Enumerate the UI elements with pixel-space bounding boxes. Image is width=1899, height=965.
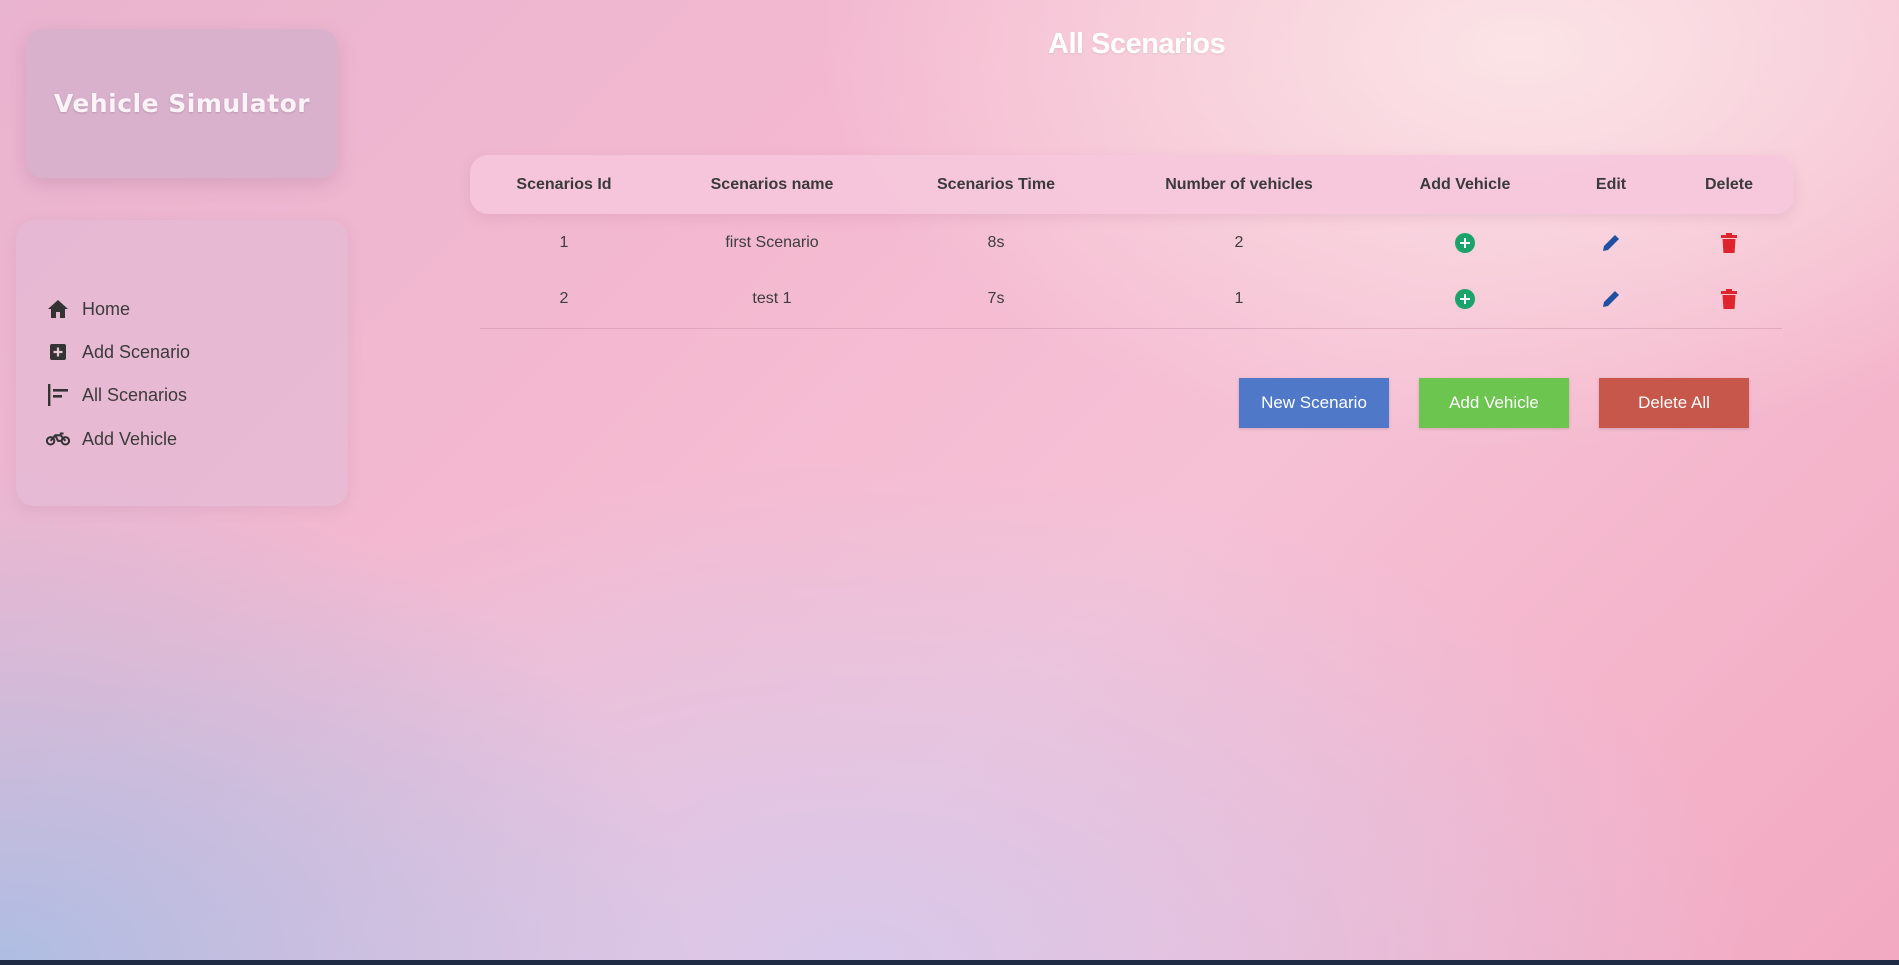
edit-button[interactable]	[1601, 271, 1621, 327]
cell-vehicles: 2	[1234, 234, 1244, 251]
delete-button[interactable]	[1721, 271, 1737, 327]
delete-button[interactable]	[1721, 215, 1737, 271]
nav-item-label: Home	[82, 298, 131, 319]
taskbar-edge	[0, 960, 1899, 965]
add-vehicle-action-button[interactable]: Add Vehicle	[1419, 378, 1569, 428]
delete-all-button[interactable]: Delete All	[1599, 378, 1749, 428]
nav-item-label: All Scenarios	[82, 384, 188, 405]
edit-button[interactable]	[1601, 215, 1621, 271]
add-vehicle-button[interactable]	[1455, 215, 1475, 271]
column-header-edit: Edit	[1595, 176, 1627, 193]
table-row: 1 first Scenario 8s 2	[470, 215, 1794, 271]
trash-icon	[1721, 289, 1737, 309]
table-row: 2 test 1 7s 1	[470, 271, 1794, 327]
nav-item-add-vehicle[interactable]: Add Vehicle	[46, 427, 177, 451]
cell-vehicles: 1	[1234, 290, 1244, 307]
plus-square-icon	[46, 340, 70, 364]
column-header-name: Scenarios name	[710, 176, 834, 193]
cell-time: 7s	[987, 290, 1005, 307]
home-icon	[46, 297, 70, 321]
column-header-delete: Delete	[1704, 176, 1754, 193]
nav-item-add-scenario[interactable]: Add Scenario	[46, 340, 190, 364]
trash-icon	[1721, 233, 1737, 253]
page-title: All Scenarios	[1048, 28, 1226, 60]
nav-item-all-scenarios[interactable]: All Scenarios	[46, 383, 187, 407]
align-left-icon	[46, 383, 70, 407]
cell-id: 2	[559, 290, 569, 307]
brand-card: Vehicle Simulator	[26, 29, 338, 178]
column-header-vehicles: Number of vehicles	[1165, 176, 1313, 193]
nav-item-label: Add Scenario	[82, 341, 191, 362]
column-header-add-vehicle: Add Vehicle	[1419, 176, 1511, 193]
pencil-icon	[1603, 291, 1619, 307]
plus-circle-icon	[1455, 289, 1475, 309]
motorcycle-icon	[46, 427, 70, 451]
add-vehicle-button[interactable]	[1455, 271, 1475, 327]
table-header: Scenarios Id Scenarios name Scenarios Ti…	[470, 155, 1794, 214]
nav-item-label: Add Vehicle	[82, 428, 178, 449]
table-divider	[480, 328, 1782, 329]
cell-name: test 1	[752, 290, 792, 307]
column-header-id: Scenarios Id	[516, 176, 612, 193]
brand-title: Vehicle Simulator	[53, 89, 311, 118]
cell-name: first Scenario	[725, 234, 819, 251]
column-header-time: Scenarios Time	[937, 176, 1055, 193]
cell-id: 1	[559, 234, 569, 251]
nav-item-home[interactable]: Home	[46, 297, 130, 321]
pencil-icon	[1603, 235, 1619, 251]
new-scenario-button[interactable]: New Scenario	[1239, 378, 1389, 428]
sidebar-nav: Home Add Scenario All Scenarios Add Vehi…	[16, 220, 348, 506]
plus-circle-icon	[1455, 233, 1475, 253]
cell-time: 8s	[987, 234, 1005, 251]
